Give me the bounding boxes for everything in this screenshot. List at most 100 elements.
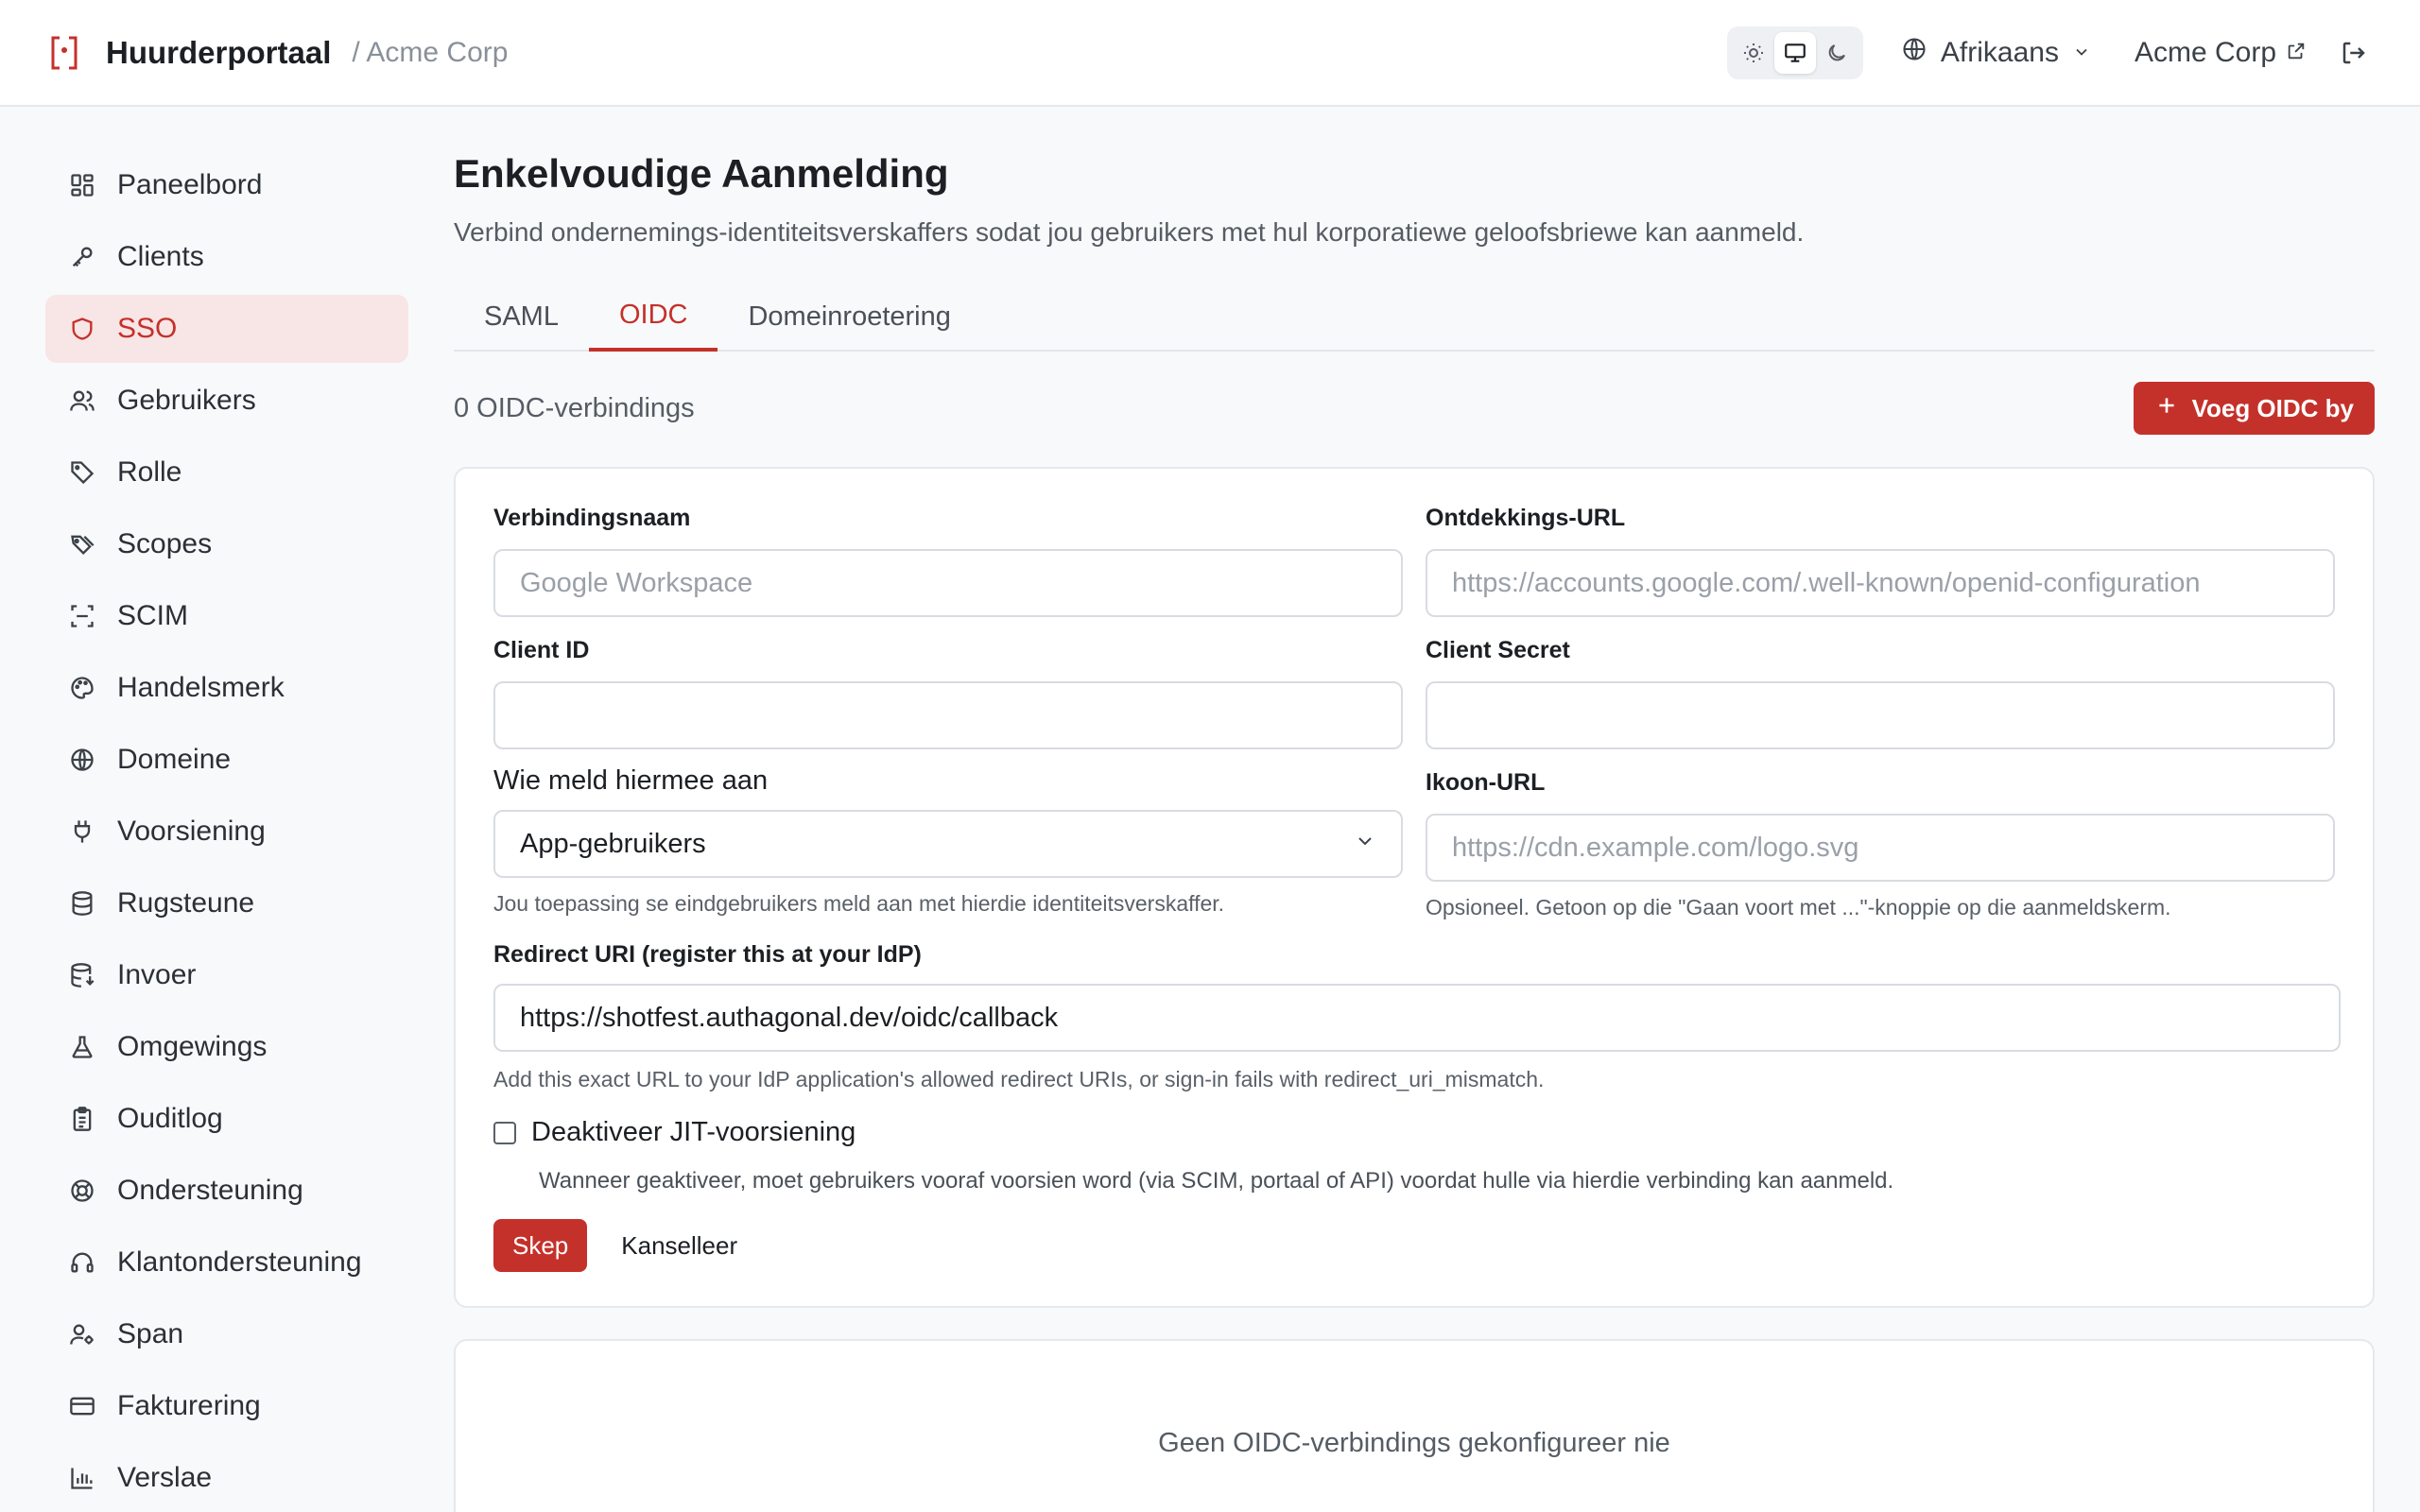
add-oidc-button[interactable]: Voeg OIDC by [2133,382,2375,435]
client-secret-input[interactable] [1426,681,2335,749]
sidebar-item-ondersteuning[interactable]: Ondersteuning [45,1157,408,1225]
sidebar-item-label: Invoer [117,959,197,990]
cancel-button[interactable]: Kanselleer [621,1231,737,1261]
flask-icon [66,1031,98,1063]
icon-url-input[interactable]: https://cdn.example.com/logo.svg [1426,814,2335,882]
who-signs-in-help: Jou toepassing se eindgebruikers meld aa… [493,891,1225,916]
jit-help: Wanneer geaktiveer, moet gebruikers voor… [539,1168,1894,1194]
create-button[interactable]: Skep [493,1219,588,1272]
language-select[interactable]: Afrikaans [1901,36,2091,70]
org-link-label: Acme Corp [2134,36,2276,68]
top-header: Huurderportaal / Acme Corp Afrikaans Acm… [0,0,2420,107]
jit-checkbox-label[interactable]: Deaktiveer JIT-voorsiening [531,1117,856,1148]
sidebar-item-label: Scopes [117,528,213,559]
add-oidc-label: Voeg OIDC by [2191,393,2354,422]
sidebar-item-domeine[interactable]: Domeine [45,726,408,794]
sidebar-nav: Paneelbord Clients SSO Gebruikers Rolle … [45,151,408,1512]
sidebar-item-label: Ondersteuning [117,1175,303,1206]
tab-bar: SAML OIDC Domeinroetering [454,282,2375,352]
sidebar-item-omgewings[interactable]: Omgewings [45,1013,408,1081]
credit-card-icon [66,1390,98,1422]
dark-theme-icon[interactable] [1816,32,1858,74]
connections-list-card: Geen OIDC-verbindings gekonfigureer nie [454,1339,2375,1512]
redirect-uri-input[interactable]: https://shotfest.authagonal.dev/oidc/cal… [493,984,2341,1052]
connection-name-label: Verbindingsnaam [493,505,691,531]
org-external-link[interactable]: Acme Corp [2135,37,2307,69]
icon-url-placeholder: https://cdn.example.com/logo.svg [1452,832,1859,863]
tab-saml[interactable]: SAML [454,282,589,352]
jit-checkbox[interactable] [493,1121,516,1144]
sidebar-item-voorsiening[interactable]: Voorsiening [45,798,408,866]
key-icon [66,241,98,273]
page-title: Enkelvoudige Aanmelding [454,151,949,196]
who-signs-in-label: Wie meld hiermee aan [493,765,769,796]
sidebar-item-label: Domeine [117,744,232,775]
system-theme-icon[interactable] [1773,31,1816,74]
sidebar-item-label: Rolle [117,456,182,488]
sidebar-item-label: Gebruikers [117,385,256,416]
tab-oidc[interactable]: OIDC [588,282,718,352]
tags-icon [66,528,98,560]
sidebar-item-ouditlog[interactable]: Ouditlog [45,1085,408,1153]
org-breadcrumb: / Acme Corp [352,36,509,68]
redirect-uri-label: Redirect URI (register this at your IdP) [493,941,922,968]
sidebar-item-rolle[interactable]: Rolle [45,438,408,507]
sidebar-item-paneelbord[interactable]: Paneelbord [45,151,408,219]
sidebar-item-fakturering[interactable]: Fakturering [45,1372,408,1440]
brand-logo-icon [47,34,81,72]
discovery-url-input[interactable]: https://accounts.google.com/.well-known/… [1426,549,2335,617]
sidebar-item-label: Omgewings [117,1031,268,1062]
icon-url-help: Opsioneel. Getoon op die "Gaan voort met… [1426,895,2171,919]
sidebar-item-label: Paneelbord [117,169,263,200]
sidebar-item-label: Span [117,1318,184,1349]
sidebar-item-klantondersteuning[interactable]: Klantondersteuning [45,1228,408,1297]
external-link-icon [2286,37,2307,69]
discovery-url-placeholder: https://accounts.google.com/.well-known/… [1452,567,2201,598]
headset-icon [66,1246,98,1279]
sidebar-item-label: Klantondersteuning [117,1246,362,1278]
theme-switcher [1726,26,1863,79]
sidebar-item-gebruikers[interactable]: Gebruikers [45,367,408,435]
sidebar-item-verslae[interactable]: Verslae [45,1444,408,1512]
globe-icon [66,744,98,776]
redirect-uri-help: Add this exact URL to your IdP applicati… [493,1067,1545,1091]
who-signs-in-value: App-gebruikers [520,828,706,859]
sidebar-item-handelsmerk[interactable]: Handelsmerk [45,654,408,722]
icon-url-label: Ikoon-URL [1426,769,1546,796]
sidebar-item-sso[interactable]: SSO [45,295,408,363]
sidebar-item-span[interactable]: Span [45,1300,408,1368]
scan-icon [66,600,98,632]
chevron-down-icon [1354,829,1376,860]
light-theme-icon[interactable] [1733,32,1774,74]
dashboard-icon [66,169,98,201]
connection-count: 0 OIDC-verbindings [454,392,695,423]
sidebar-item-label: Ouditlog [117,1103,223,1134]
database-import-icon [66,959,98,991]
client-id-input[interactable] [493,681,1403,749]
who-signs-in-select[interactable]: App-gebruikers [493,810,1403,878]
empty-state-text: Geen OIDC-verbindings gekonfigureer nie [1158,1428,1670,1458]
tab-domeinroetering[interactable]: Domeinroetering [717,282,980,352]
oidc-form-card: Verbindingsnaam Google Workspace Ontdekk… [454,467,2375,1308]
client-secret-label: Client Secret [1426,637,1570,663]
sidebar-item-scopes[interactable]: Scopes [45,510,408,578]
tag-icon [66,456,98,489]
sidebar-item-invoer[interactable]: Invoer [45,941,408,1009]
sidebar-item-scim[interactable]: SCIM [45,582,408,650]
lifebuoy-icon [66,1175,98,1207]
sidebar-item-label: Fakturering [117,1390,261,1421]
sidebar-item-label: Voorsiening [117,816,266,847]
main-content: Enkelvoudige Aanmelding Verbind ondernem… [454,151,2375,1308]
sidebar-item-rugsteune[interactable]: Rugsteune [45,869,408,937]
brand-name[interactable]: Huurderportaal [106,35,331,71]
sidebar-item-clients[interactable]: Clients [45,223,408,291]
plug-icon [66,816,98,848]
sidebar-item-label: SSO [117,313,178,344]
palette-icon [66,672,98,704]
logout-icon[interactable] [2335,34,2373,72]
redirect-uri-value: https://shotfest.authagonal.dev/oidc/cal… [520,1002,1059,1033]
users-icon [66,385,98,417]
connection-name-input[interactable]: Google Workspace [493,549,1403,617]
sidebar-item-label: Verslae [117,1462,213,1493]
plus-icon [2154,393,2179,424]
